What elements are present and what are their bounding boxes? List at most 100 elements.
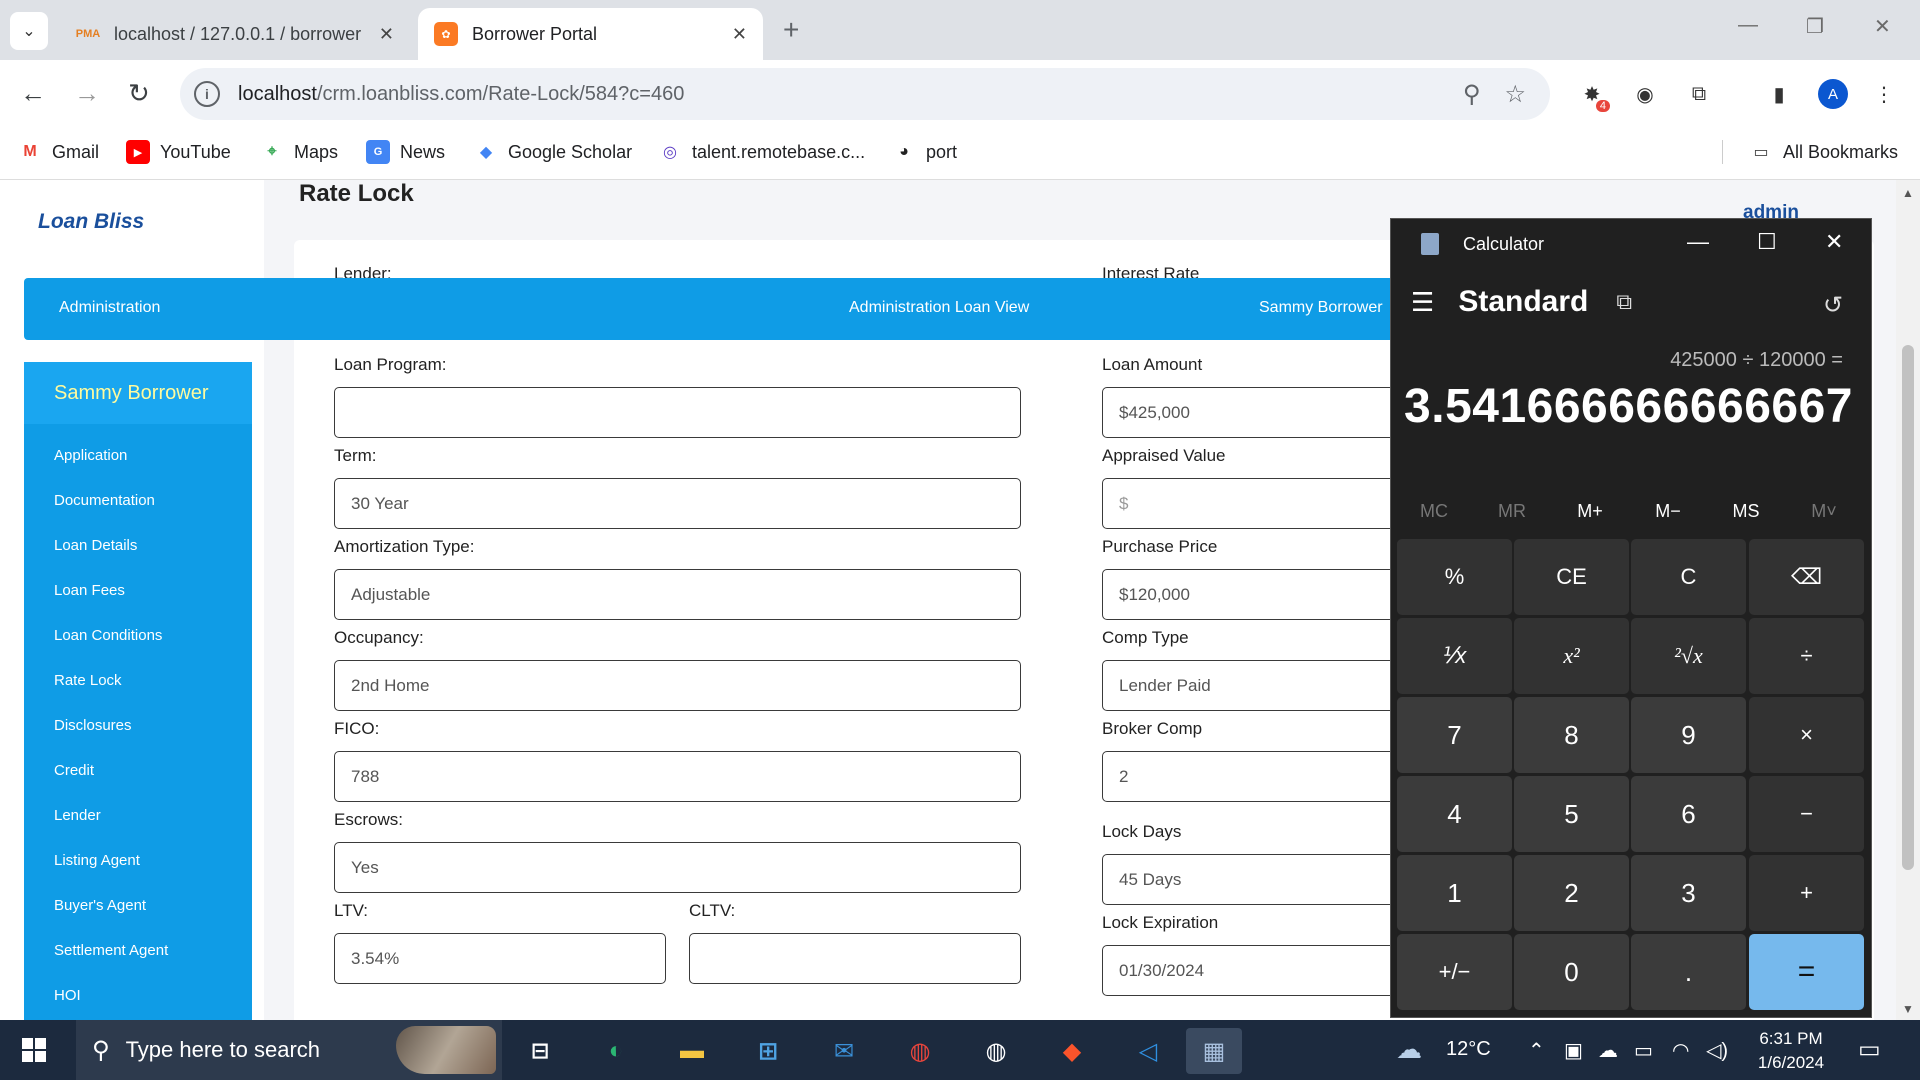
decimal-key[interactable]: . <box>1631 934 1746 1010</box>
all-bookmarks-button[interactable]: ▭ All Bookmarks <box>1722 140 1898 164</box>
windows-start-icon[interactable] <box>22 1038 46 1062</box>
tray-overflow-icon[interactable]: ⌃ <box>1528 1038 1545 1063</box>
digit-3-key[interactable]: 3 <box>1631 855 1746 931</box>
bookmark-maps[interactable]: ⌖ Maps <box>260 140 338 164</box>
memory-store-button[interactable]: MS <box>1707 501 1785 522</box>
notifications-icon[interactable]: ▭ <box>1858 1035 1881 1064</box>
profile-avatar[interactable]: A <box>1818 79 1848 109</box>
digit-9-key[interactable]: 9 <box>1631 697 1746 773</box>
calculator-titlebar[interactable]: Calculator — ☐ ✕ <box>1391 219 1871 269</box>
vscode-icon[interactable]: ◁ <box>1120 1028 1176 1074</box>
mail-icon[interactable]: ✉ <box>816 1028 872 1074</box>
ltv-field[interactable]: 3.54% <box>334 933 666 984</box>
bookmark-star-icon[interactable]: ☆ <box>1504 80 1526 109</box>
chrome-profile-icon[interactable]: ◍ <box>968 1028 1024 1074</box>
nav-borrower[interactable]: Sammy Borrower <box>1259 299 1383 317</box>
cltv-field[interactable] <box>689 933 1021 984</box>
wifi-icon[interactable]: ◠ <box>1672 1038 1689 1063</box>
hamburger-menu-icon[interactable]: ☰ <box>1411 287 1434 318</box>
bookmark-google-scholar[interactable]: ◆ Google Scholar <box>474 140 632 164</box>
escrows-field[interactable]: Yes <box>334 842 1021 893</box>
sidebar-item-rate-lock[interactable]: Rate Lock <box>24 658 252 703</box>
taskbar-search-box[interactable]: ⚲ Type here to search <box>76 1020 502 1080</box>
square-root-key[interactable]: ²√x <box>1631 618 1746 694</box>
close-icon[interactable]: ✕ <box>1825 229 1843 255</box>
side-panel-icon[interactable]: ▮ <box>1765 80 1793 108</box>
negate-key[interactable]: +/− <box>1397 934 1512 1010</box>
loan-program-field[interactable] <box>334 387 1021 438</box>
divide-key[interactable]: ÷ <box>1749 618 1864 694</box>
clear-entry-key[interactable]: CE <box>1514 539 1629 615</box>
memory-recall-button[interactable]: MR <box>1473 501 1551 522</box>
add-key[interactable]: + <box>1749 855 1864 931</box>
address-bar[interactable]: i localhost/crm.loanbliss.com/Rate-Lock/… <box>180 68 1550 120</box>
volume-icon[interactable]: ◁) <box>1706 1038 1728 1063</box>
amortization-type-field[interactable]: Adjustable <box>334 569 1021 620</box>
digit-4-key[interactable]: 4 <box>1397 776 1512 852</box>
sidebar-item-lender[interactable]: Lender <box>24 793 252 838</box>
file-explorer-icon[interactable]: ▬ <box>664 1028 720 1074</box>
equals-key[interactable]: = <box>1749 934 1864 1010</box>
meet-icon[interactable]: ▣ <box>1564 1038 1583 1063</box>
digit-6-key[interactable]: 6 <box>1631 776 1746 852</box>
scroll-up-icon[interactable]: ▲ <box>1902 186 1914 200</box>
sidebar-item-listing-agent[interactable]: Listing Agent <box>24 838 252 883</box>
subtract-key[interactable]: − <box>1749 776 1864 852</box>
digit-7-key[interactable]: 7 <box>1397 697 1512 773</box>
sidebar-item-disclosures[interactable]: Disclosures <box>24 703 252 748</box>
forward-icon[interactable]: → <box>74 78 100 109</box>
clear-key[interactable]: C <box>1631 539 1746 615</box>
bookmark-talent[interactable]: ◎ talent.remotebase.c... <box>658 140 865 164</box>
sidebar-item-buyers-agent[interactable]: Buyer's Agent <box>24 883 252 928</box>
sidebar-item-loan-details[interactable]: Loan Details <box>24 523 252 568</box>
close-tab-icon[interactable]: ✕ <box>379 24 394 45</box>
zoom-icon[interactable]: ⚲ <box>1463 80 1481 109</box>
brave-icon[interactable]: ◆ <box>1044 1028 1100 1074</box>
sidebar-item-credit[interactable]: Credit <box>24 748 252 793</box>
memory-add-button[interactable]: M+ <box>1551 501 1629 522</box>
battery-icon[interactable]: ▭ <box>1634 1038 1653 1063</box>
memory-subtract-button[interactable]: M− <box>1629 501 1707 522</box>
bookmark-news[interactable]: G News <box>366 140 445 164</box>
memory-clear-button[interactable]: MC <box>1395 501 1473 522</box>
onedrive-icon[interactable]: ☁ <box>1598 1038 1618 1063</box>
color-extension-icon[interactable]: ◉ <box>1631 80 1659 108</box>
tab-phpmyadmin[interactable]: PMA localhost / 127.0.0.1 / borrower ✕ <box>60 8 410 60</box>
sidebar-item-documentation[interactable]: Documentation <box>24 478 252 523</box>
digit-2-key[interactable]: 2 <box>1514 855 1629 931</box>
minimize-icon[interactable]: — <box>1687 229 1709 255</box>
weather-icon[interactable]: ☁ <box>1396 1034 1422 1065</box>
tab-search-button[interactable]: ⌄ <box>10 12 48 50</box>
occupancy-field[interactable]: 2nd Home <box>334 660 1021 711</box>
edge-icon[interactable]: ◐ <box>588 1028 644 1074</box>
back-icon[interactable]: ← <box>20 78 46 109</box>
digit-0-key[interactable]: 0 <box>1514 934 1629 1010</box>
backspace-key[interactable]: ⌫ <box>1749 539 1864 615</box>
new-tab-button[interactable]: + <box>783 14 799 46</box>
bookmark-port[interactable]: ◕ port <box>892 140 957 164</box>
sidebar-item-hoi[interactable]: HOI <box>24 973 252 1018</box>
digit-5-key[interactable]: 5 <box>1514 776 1629 852</box>
close-window-icon[interactable]: ✕ <box>1874 14 1891 39</box>
puzzle-extensions-icon[interactable]: ⧉ <box>1685 80 1713 108</box>
history-icon[interactable]: ↺ <box>1823 291 1843 320</box>
taskbar-clock[interactable]: 6:31 PM 1/6/2024 <box>1747 1027 1835 1075</box>
reciprocal-key[interactable]: ⅟x <box>1397 618 1512 694</box>
restore-window-icon[interactable]: ❐ <box>1806 14 1824 39</box>
close-tab-icon[interactable]: ✕ <box>732 24 747 45</box>
url-text[interactable]: localhost/crm.loanbliss.com/Rate-Lock/58… <box>238 83 1463 106</box>
digit-1-key[interactable]: 1 <box>1397 855 1512 931</box>
digit-8-key[interactable]: 8 <box>1514 697 1629 773</box>
sidebar-item-application[interactable]: Application <box>24 433 252 478</box>
browser-menu-icon[interactable]: ⋮ <box>1870 80 1898 108</box>
term-field[interactable]: 30 Year <box>334 478 1021 529</box>
temperature[interactable]: 12°C <box>1446 1038 1491 1061</box>
extension-icon[interactable]: ✸ 4 <box>1578 80 1610 112</box>
sidebar-item-settlement-agent[interactable]: Settlement Agent <box>24 928 252 973</box>
chrome-icon[interactable]: ◍ <box>892 1028 948 1074</box>
nav-administration[interactable]: Administration <box>59 299 160 317</box>
scrollbar-thumb[interactable] <box>1902 345 1914 870</box>
task-view-icon[interactable]: ⊟ <box>512 1028 568 1074</box>
reload-icon[interactable]: ↻ <box>128 78 150 109</box>
sidebar-item-loan-fees[interactable]: Loan Fees <box>24 568 252 613</box>
